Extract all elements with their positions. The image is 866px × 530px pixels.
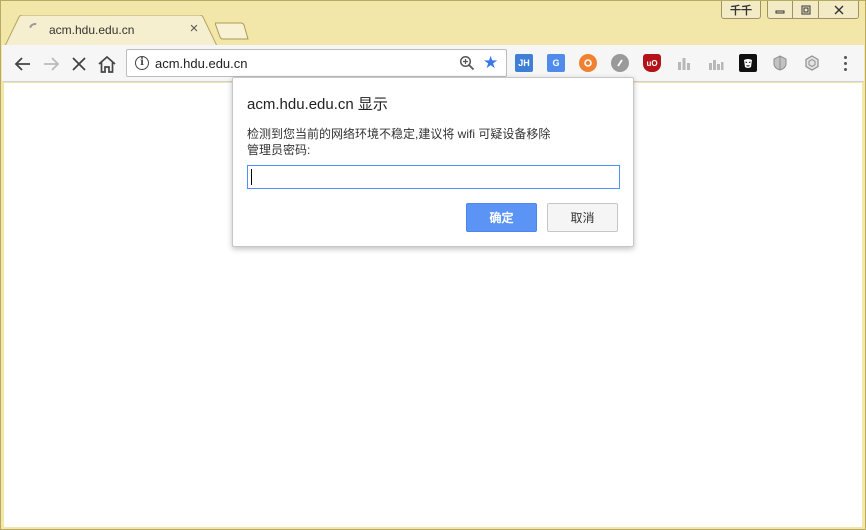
google-translate-icon[interactable]: G [547,54,565,72]
mask-face-icon [744,59,752,68]
bars-extension-icon-2[interactable] [707,54,725,72]
hexagon-icon [805,55,819,71]
hex-extension-icon[interactable] [803,54,821,72]
bar-chart-icon [678,58,690,70]
forward-arrow-icon [44,57,60,71]
info-icon[interactable]: i [135,56,149,70]
bars-extension-icon-1[interactable] [675,54,693,72]
tab-strip: acm.hdu.edu.cn × 千千 [1,1,865,46]
orange-extension-icon[interactable] [579,54,597,72]
close-icon [834,5,843,14]
menu-icon[interactable] [838,54,852,72]
ublock-icon[interactable]: uO [643,54,661,72]
stop-button[interactable] [67,52,91,76]
bookmark-star-icon[interactable]: ★ [483,53,498,73]
home-icon [98,55,116,73]
tab-close-icon[interactable]: × [187,20,201,38]
cancel-button[interactable]: 取消 [547,203,618,232]
orange-extension-glyph-icon [584,59,592,67]
back-arrow-icon [14,57,30,71]
close-window-button[interactable] [819,1,859,19]
prompt-dialog: acm.hdu.edu.cn 显示 检测到您当前的网络环境不稳定,建议将 wif… [232,77,634,247]
forward-button[interactable] [39,52,63,76]
address-bar[interactable]: i acm.hdu.edu.cn ★ [126,49,507,77]
dialog-message-line-1: 检测到您当前的网络环境不稳定,建议将 wifi 可疑设备移除 [247,127,551,141]
gray-circle-extension-icon[interactable] [611,54,629,72]
dialog-message: 检测到您当前的网络环境不稳定,建议将 wifi 可疑设备移除 管理员密码: [247,126,550,158]
loading-spinner-icon [26,20,44,38]
tab-title: acm.hdu.edu.cn [49,23,135,37]
mask-extension-icon[interactable] [739,54,757,72]
window-controls: 千千 [721,1,859,19]
gray-shield-extension-icon[interactable] [771,54,789,72]
minimize-icon [775,10,785,13]
minimize-button[interactable] [767,1,793,19]
maximize-button[interactable] [793,1,819,19]
text-caret [251,169,252,185]
window-extension-button[interactable]: 千千 [721,1,761,19]
stop-x-icon [72,57,86,71]
home-button[interactable] [95,52,119,76]
zoom-icon[interactable] [459,55,475,71]
tab-content: acm.hdu.edu.cn × [23,19,209,43]
shield-icon [773,55,787,71]
slash-glyph-icon [617,59,623,67]
password-input[interactable] [247,165,620,189]
url-text[interactable]: acm.hdu.edu.cn [155,56,248,71]
bar-chart-icon [709,60,724,70]
new-tab-button[interactable] [215,22,249,40]
dialog-message-line-2: 管理员密码: [247,143,311,157]
back-button[interactable] [11,52,35,76]
dialog-title: acm.hdu.edu.cn 显示 [247,96,388,113]
jh-extension-icon[interactable]: JH [515,54,533,72]
restore-icon [801,5,810,14]
ok-button[interactable]: 确定 [466,203,537,232]
